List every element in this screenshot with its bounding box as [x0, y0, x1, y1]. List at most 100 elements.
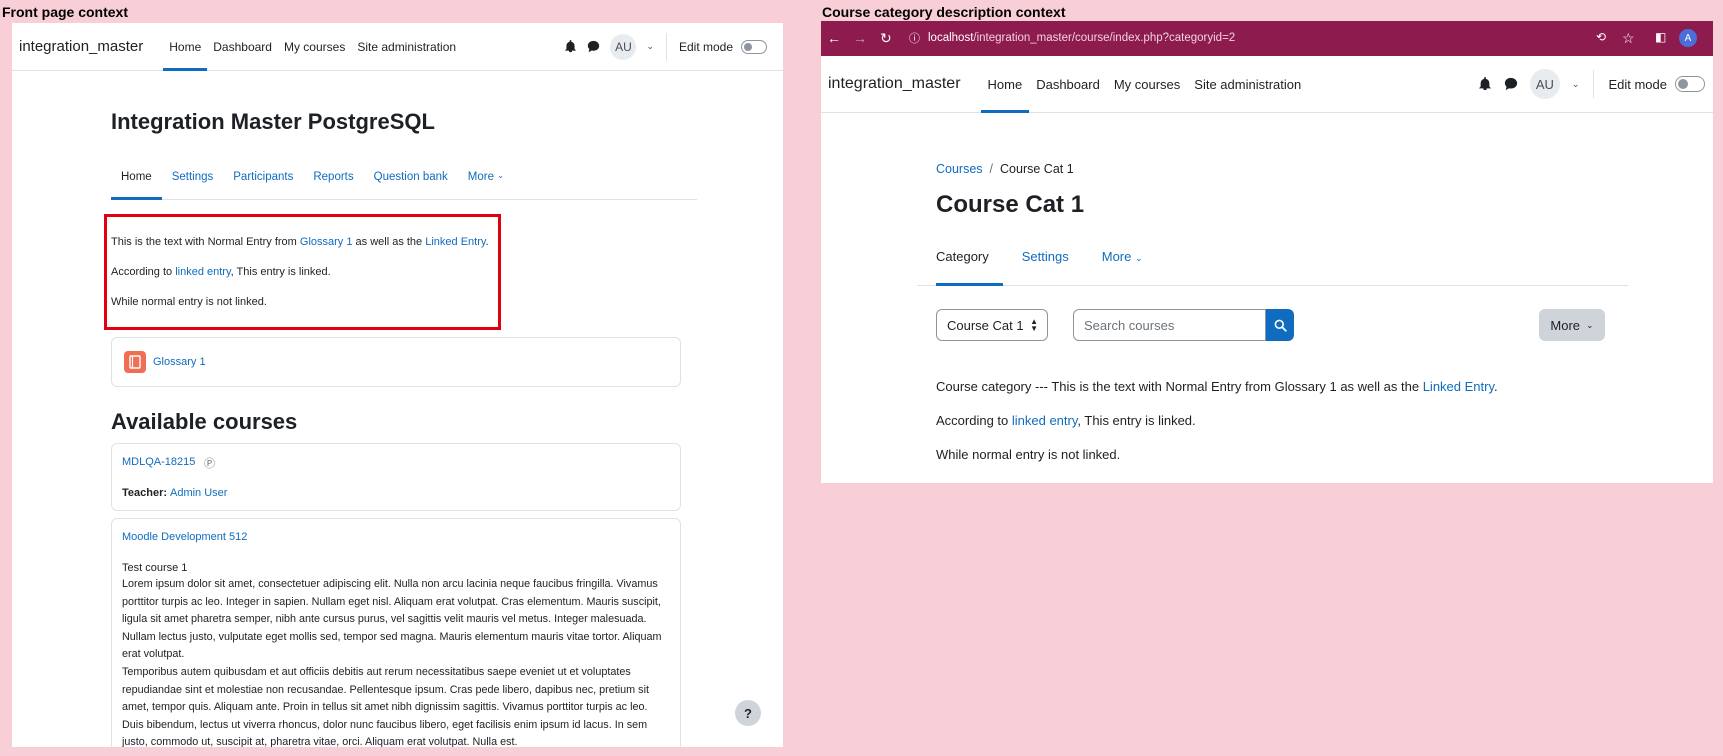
nav-dashboard[interactable]: Dashboard	[1029, 56, 1107, 112]
secondary-navigation: Category Settings More ⌄	[917, 240, 1628, 286]
user-menu-chevron-down-icon[interactable]: ⌄	[1572, 79, 1580, 90]
user-avatar[interactable]: AU	[610, 33, 637, 60]
top-navbar: integration_master Home Dashboard My cou…	[821, 56, 1713, 113]
more-chevron-down-icon: ⌄	[497, 171, 504, 180]
content-paragraph-1: This is the text with Normal Entry from …	[111, 236, 489, 248]
navbar-right: AU ⌄ Edit mode	[564, 23, 767, 70]
nav-my-courses[interactable]: My courses	[1107, 56, 1187, 112]
course-card-moodle-dev-512: Moodle Development 512 Test course 1 Lor…	[111, 518, 681, 747]
nav-home[interactable]: Home	[163, 23, 208, 71]
p1-text: Course category --- This is the text wit…	[936, 379, 1423, 394]
tab-reports[interactable]: Reports	[303, 161, 363, 199]
more-chevron-down-icon: ⌄	[1134, 253, 1143, 263]
address-bar[interactable]: ⓘ localhost/integration_master/course/in…	[909, 25, 1599, 51]
forward-arrow-icon[interactable]: →	[853, 30, 867, 46]
nav-home[interactable]: Home	[980, 56, 1030, 113]
tab-question-bank[interactable]: Question bank	[364, 161, 458, 199]
content-paragraph-3: While normal entry is not linked.	[111, 296, 267, 308]
page-title: Course Cat 1	[936, 191, 1085, 218]
site-info-icon[interactable]: ⓘ	[909, 30, 920, 46]
course-search	[1073, 309, 1294, 341]
page-title: Integration Master PostgreSQL	[111, 109, 435, 134]
tab-settings[interactable]: Settings	[162, 161, 224, 199]
course-link-moodle-dev-512[interactable]: Moodle Development 512	[122, 531, 247, 543]
p1-middle-text: as well as the	[352, 236, 426, 248]
glossary-activity-link[interactable]: Glossary 1	[153, 356, 206, 368]
search-courses-input[interactable]	[1073, 309, 1266, 341]
category-select-value: Course Cat 1	[947, 317, 1024, 333]
url-path: /integration_master/course/index.php?cat…	[973, 32, 1236, 44]
p1-end-text: .	[1494, 379, 1498, 394]
messages-chat-icon[interactable]	[1504, 77, 1518, 91]
edit-mode-switch[interactable]: Edit mode	[1608, 76, 1705, 92]
tab-more[interactable]: More ⌄	[458, 161, 514, 199]
category-select[interactable]: Course Cat 1 ▲ ▼	[936, 309, 1048, 341]
more-actions-button[interactable]: More ⌄	[1539, 309, 1605, 341]
p2-end-text: , This entry is linked.	[1077, 413, 1196, 428]
edit-mode-toggle[interactable]	[741, 39, 767, 54]
help-button[interactable]: ?	[735, 700, 761, 726]
breadcrumb-courses[interactable]: Courses	[936, 162, 983, 176]
p1-text: This is the text with Normal Entry from	[111, 236, 300, 248]
tab-participants[interactable]: Participants	[223, 161, 303, 199]
more-actions-chevron-down-icon: ⌄	[1586, 319, 1594, 330]
navbar-divider	[1593, 70, 1595, 98]
breadcrumb-current: Course Cat 1	[1000, 162, 1074, 176]
reload-icon[interactable]: ↻	[880, 30, 892, 47]
messages-chat-icon[interactable]	[587, 40, 600, 53]
tab-more[interactable]: More ⌄	[1088, 240, 1157, 285]
edit-mode-switch[interactable]: Edit mode	[678, 39, 767, 54]
linked-entry-link-2[interactable]: linked entry	[1012, 413, 1078, 428]
tab-home[interactable]: Home	[111, 161, 162, 200]
nav-dashboard[interactable]: Dashboard	[207, 23, 278, 70]
site-brand[interactable]: integration_master	[12, 38, 143, 55]
category-description-paragraph-2: According to linked entry, This entry is…	[936, 413, 1196, 428]
linked-entry-link-2[interactable]: linked entry	[175, 266, 230, 278]
share-icon[interactable]: ⟲	[1596, 30, 1606, 44]
notifications-bell-icon[interactable]	[564, 40, 577, 53]
url-host: localhost	[928, 32, 974, 44]
user-avatar[interactable]: AU	[1529, 69, 1560, 99]
search-button[interactable]	[1266, 309, 1294, 341]
tab-more-label: More	[1101, 249, 1132, 264]
browser-profile-avatar[interactable]: A	[1679, 29, 1697, 47]
secondary-navigation: Home Settings Participants Reports Quest…	[111, 161, 697, 200]
user-menu-chevron-down-icon[interactable]: ⌄	[646, 41, 654, 52]
teacher-label: Teacher:	[122, 487, 168, 499]
linked-entry-link[interactable]: Linked Entry	[425, 236, 485, 248]
content-paragraph-2: According to linked entry, This entry is…	[111, 266, 331, 278]
edit-mode-label: Edit mode	[1608, 76, 1667, 92]
top-navbar: integration_master Home Dashboard My cou…	[12, 23, 783, 71]
glossary-1-link[interactable]: Glossary 1	[300, 236, 353, 248]
front-page-screenshot: integration_master Home Dashboard My cou…	[12, 23, 783, 747]
course-summary-paragraph-2: Temporibus autem quibusdam et aut offici…	[122, 666, 649, 747]
primary-navigation: Home Dashboard My courses Site administr…	[980, 56, 1309, 113]
tab-more-label: More	[467, 171, 494, 183]
course-summary-paragraph-1: Lorem ipsum dolor sit amet, consectetuer…	[122, 578, 662, 661]
navbar-divider	[665, 32, 667, 61]
nav-site-administration[interactable]: Site administration	[351, 23, 462, 70]
site-brand[interactable]: integration_master	[821, 75, 961, 93]
course-card-mdlqa: MDLQA-18215 Ⓟ Teacher: Admin User	[111, 443, 681, 511]
notifications-bell-icon[interactable]	[1478, 77, 1492, 91]
breadcrumb-divider: /	[989, 162, 994, 176]
course-link-mdlqa[interactable]: MDLQA-18215	[122, 456, 195, 468]
breadcrumb: Courses / Course Cat 1	[936, 162, 1074, 176]
front-page-context-label: Front page context	[2, 4, 129, 20]
paypal-icon: Ⓟ	[204, 458, 215, 470]
primary-navigation: Home Dashboard My courses Site administr…	[163, 23, 462, 71]
back-arrow-icon[interactable]: ←	[827, 30, 841, 46]
nav-my-courses[interactable]: My courses	[278, 23, 351, 70]
tab-settings[interactable]: Settings	[1008, 240, 1083, 285]
teacher-link[interactable]: Admin User	[170, 487, 227, 499]
p2-text: According to	[936, 413, 1012, 428]
edit-mode-label: Edit mode	[678, 39, 733, 54]
course-category-screenshot: ← → ↻ ⓘ localhost/integration_master/cou…	[821, 21, 1713, 483]
linked-entry-link[interactable]: Linked Entry	[1423, 379, 1494, 394]
edit-mode-toggle[interactable]	[1675, 76, 1705, 92]
course-summary-title: Test course 1	[122, 562, 188, 574]
side-panel-icon[interactable]: ◧	[1655, 30, 1666, 44]
bookmark-star-icon[interactable]: ☆	[1622, 30, 1635, 47]
tab-category[interactable]: Category	[922, 240, 1003, 286]
nav-site-administration[interactable]: Site administration	[1187, 56, 1308, 112]
